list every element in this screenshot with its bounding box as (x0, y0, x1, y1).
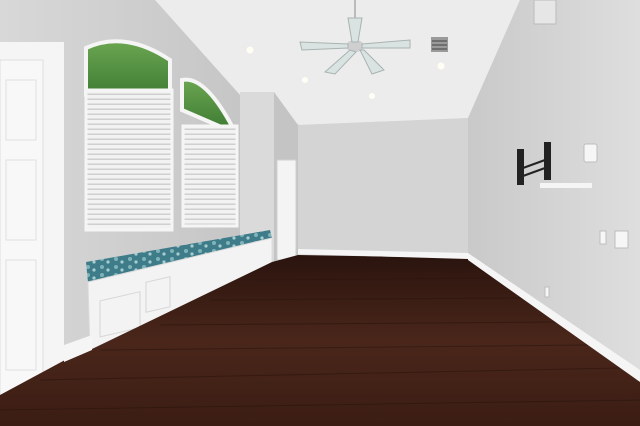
wall-shelf (540, 183, 592, 188)
room-photo (0, 0, 640, 426)
back-wall (298, 118, 468, 258)
room-illustration (0, 0, 640, 426)
thermostat-icon (583, 143, 598, 163)
window-blinds-right (181, 124, 239, 228)
outlet-icon (599, 230, 607, 245)
interior-door (276, 159, 297, 261)
floor-outlet (544, 286, 550, 298)
light-switch-icon (614, 230, 629, 249)
vent-icon (431, 37, 448, 52)
picture-frame-edge (533, 0, 557, 25)
window-blinds-left (84, 88, 174, 232)
